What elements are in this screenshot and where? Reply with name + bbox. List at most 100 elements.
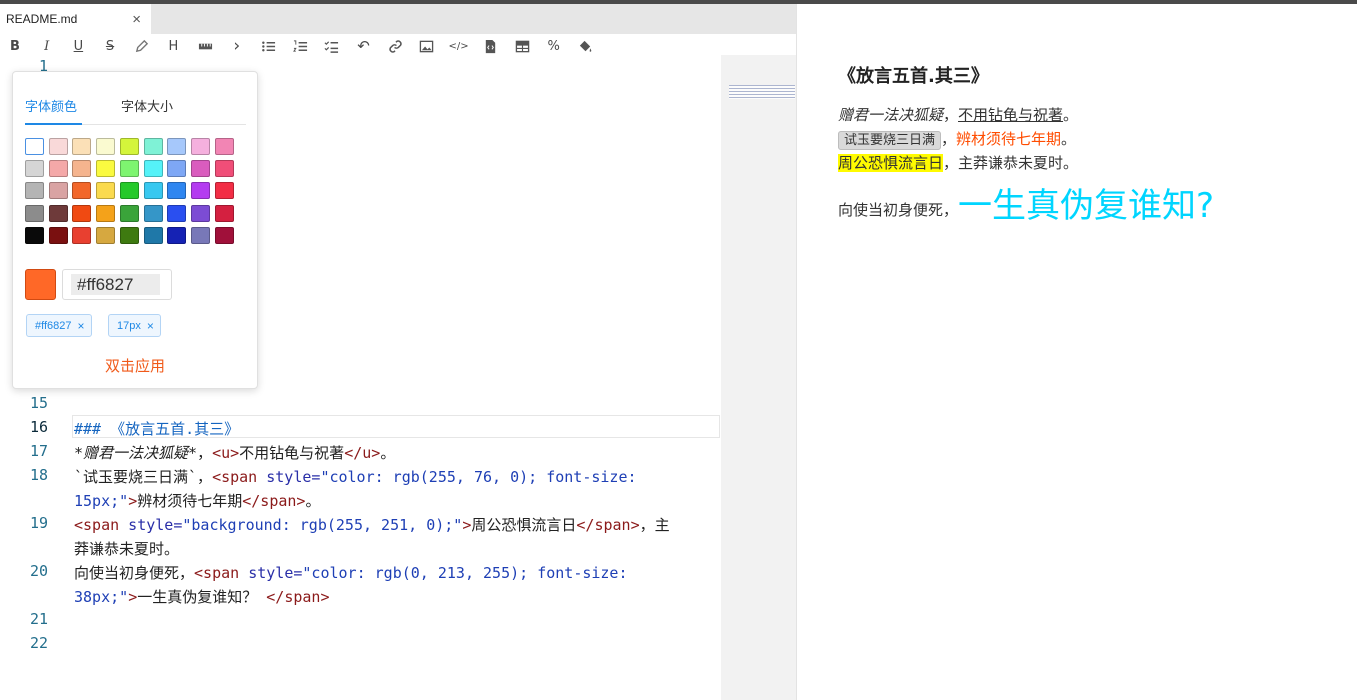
history-chip-color[interactable]: #ff6827 × — [26, 314, 92, 337]
current-color-swatch[interactable] — [25, 269, 56, 300]
ruler-icon[interactable] — [194, 35, 216, 57]
color-swatch[interactable] — [143, 138, 163, 155]
line-number: 15 — [29, 394, 48, 412]
undo-icon[interactable]: ↶ — [353, 35, 375, 57]
color-swatch[interactable] — [143, 226, 163, 244]
heading-icon[interactable]: H — [162, 35, 184, 57]
color-swatch[interactable] — [190, 138, 210, 155]
remove-chip-icon[interactable]: × — [78, 319, 85, 333]
color-pen-icon[interactable] — [131, 35, 153, 57]
checklist-icon[interactable] — [321, 35, 343, 57]
color-swatch[interactable] — [167, 226, 187, 244]
preview-line-4: 向使当初身便死， 一生真伪复谁知? — [838, 186, 1214, 226]
paint-bucket-icon[interactable] — [574, 35, 596, 57]
picker-tabs: 字体颜色 字体大小 — [25, 96, 246, 125]
ordered-list-icon[interactable] — [289, 35, 311, 57]
color-swatch[interactable] — [190, 226, 210, 244]
code-line-18[interactable]: `试玉要烧三日满`，<span style="color: rgb(255, 7… — [74, 466, 637, 487]
color-swatch[interactable] — [96, 226, 116, 244]
remove-chip-icon[interactable]: × — [147, 319, 154, 333]
end-text: 。 — [1061, 130, 1077, 148]
close-icon[interactable]: × — [132, 11, 141, 28]
hex-input[interactable]: #ff6827 — [62, 269, 172, 300]
unordered-list-icon[interactable] — [258, 35, 280, 57]
chip-label: 17px — [117, 319, 141, 332]
color-swatch[interactable] — [190, 160, 210, 178]
color-swatch[interactable] — [143, 182, 163, 200]
preview-line-2: 试玉要烧三日满 ，辨材须待七年期。 — [838, 128, 1077, 150]
color-swatch[interactable] — [214, 138, 234, 155]
bold-icon[interactable]: B — [4, 35, 26, 57]
color-swatch[interactable] — [167, 138, 187, 155]
color-swatch[interactable] — [143, 204, 163, 222]
code-line-16[interactable]: ### 《放言五首.其三》 — [74, 418, 239, 439]
color-swatch[interactable] — [119, 204, 139, 222]
tab-font-size[interactable]: 字体大小 — [121, 96, 173, 115]
strikethrough-icon[interactable]: S — [99, 35, 121, 57]
history-chip-size[interactable]: 17px × — [108, 314, 161, 337]
code-line-17[interactable]: *赠君一法决狐疑*，<u>不用钻龟与祝著</u>。 — [74, 442, 395, 463]
color-swatch[interactable] — [25, 226, 44, 244]
color-swatch[interactable] — [167, 204, 187, 222]
color-swatch[interactable] — [96, 204, 116, 222]
hex-value[interactable]: #ff6827 — [71, 274, 160, 295]
color-swatch[interactable] — [72, 160, 92, 178]
color-swatch[interactable] — [72, 226, 92, 244]
color-swatch[interactable] — [96, 138, 116, 155]
apply-button[interactable]: 双击应用 — [13, 355, 257, 376]
code-line-19-wrap[interactable]: 莽谦恭未夏时。 — [74, 538, 179, 559]
color-swatch[interactable] — [214, 226, 234, 244]
color-swatch[interactable] — [48, 138, 68, 155]
color-swatch[interactable] — [167, 182, 187, 200]
color-swatch[interactable] — [167, 160, 187, 178]
tab-readme[interactable]: README.md × — [0, 4, 151, 34]
line-number: 19 — [29, 514, 48, 532]
color-swatch[interactable] — [48, 226, 68, 244]
code-icon[interactable]: </> — [448, 35, 470, 57]
code-text: 一生真伪复谁知？ — [137, 588, 267, 606]
color-swatch[interactable] — [48, 182, 68, 200]
tab-title: README.md — [6, 12, 78, 26]
code-line-18-wrap[interactable]: 15px;">辨材须待七年期</span>。 — [74, 490, 320, 511]
color-swatch[interactable] — [25, 204, 44, 222]
color-swatch[interactable] — [214, 160, 234, 178]
underline-icon[interactable]: U — [67, 35, 89, 57]
color-swatch[interactable] — [72, 138, 92, 155]
html-attr: style= — [239, 564, 303, 582]
color-swatch[interactable] — [96, 160, 116, 178]
color-swatch[interactable] — [25, 182, 44, 200]
code-file-icon[interactable] — [479, 35, 501, 57]
code-line-20-wrap[interactable]: 38px;">一生真伪复谁知？ </span> — [74, 586, 329, 607]
link-icon[interactable] — [384, 35, 406, 57]
color-swatch[interactable] — [119, 138, 139, 155]
color-swatch[interactable] — [119, 160, 139, 178]
separator-text: ， — [941, 130, 957, 148]
minimap-viewport[interactable] — [729, 85, 795, 99]
italic-icon[interactable]: I — [36, 35, 58, 57]
color-swatch[interactable] — [190, 204, 210, 222]
color-swatch[interactable] — [96, 182, 116, 200]
tab-font-color[interactable]: 字体颜色 — [25, 96, 77, 115]
underlined-text: 不用钻龟与祝著 — [958, 106, 1064, 124]
color-swatch[interactable] — [119, 182, 139, 200]
color-swatch[interactable] — [143, 160, 163, 178]
color-swatch[interactable] — [72, 204, 92, 222]
end-text: 。 — [1063, 106, 1079, 124]
color-swatch[interactable] — [25, 138, 44, 155]
color-swatch[interactable] — [119, 226, 139, 244]
table-icon[interactable] — [511, 35, 533, 57]
attr-value: 15px;" — [74, 492, 129, 510]
minimap[interactable] — [721, 55, 796, 700]
color-swatch[interactable] — [48, 160, 68, 178]
code-line-19[interactable]: <span style="background: rgb(255, 251, 0… — [74, 514, 670, 535]
color-swatch[interactable] — [72, 182, 92, 200]
color-swatch[interactable] — [214, 204, 234, 222]
color-swatch[interactable] — [48, 204, 68, 222]
color-swatch[interactable] — [214, 182, 234, 200]
chevron-right-icon[interactable]: › — [226, 35, 248, 57]
color-swatch[interactable] — [25, 160, 44, 178]
percent-icon[interactable]: % — [543, 35, 565, 57]
color-swatch[interactable] — [190, 182, 210, 200]
code-line-20[interactable]: 向使当初身便死，<span style="color: rgb(0, 213, … — [74, 562, 628, 583]
image-icon[interactable] — [416, 35, 438, 57]
